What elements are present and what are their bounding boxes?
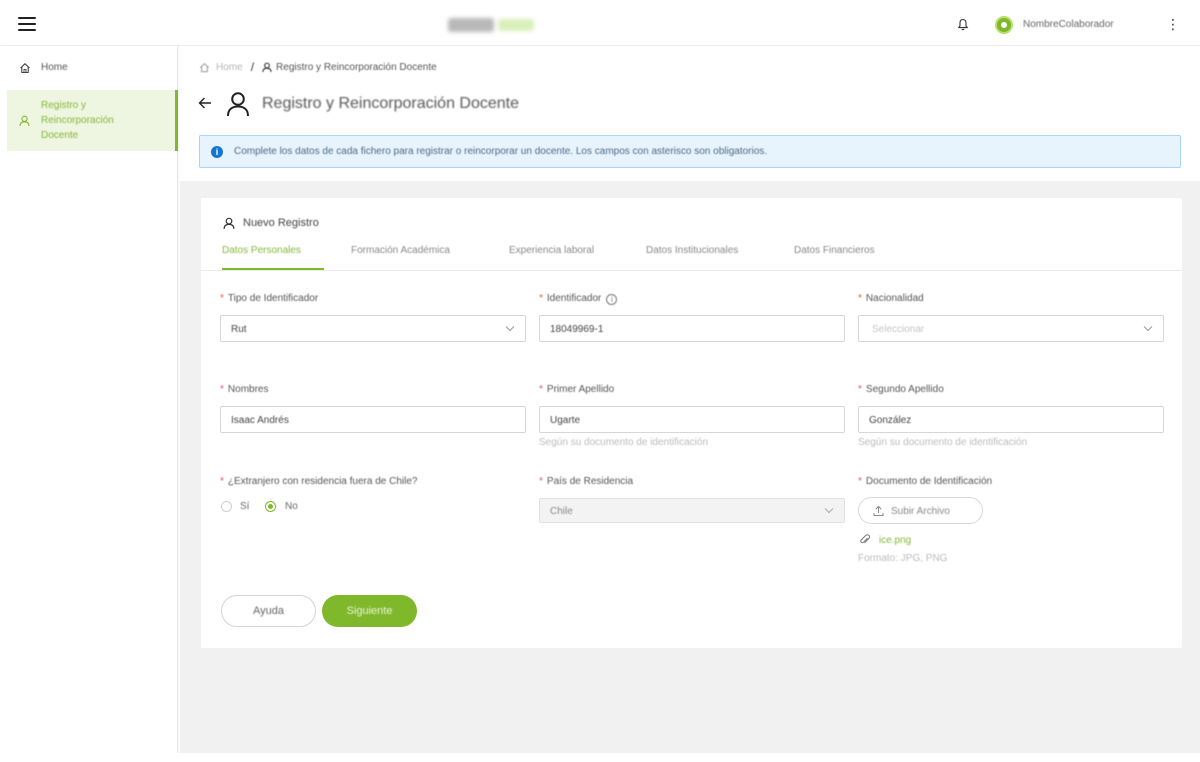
identificador-input[interactable]: 18049969-1 [539, 315, 845, 342]
breadcrumb-current: Registro y Reincorporación Docente [276, 61, 437, 73]
segundo-apellido-label: * Segundo Apellido [858, 384, 944, 395]
file-formats-hint: Formato: JPG, PNG [858, 553, 948, 564]
primer-apellido-input[interactable]: Ugarte [539, 406, 845, 433]
chevron-down-icon [824, 508, 834, 514]
home-icon [20, 63, 30, 74]
user-icon [262, 62, 272, 72]
info-circle-icon[interactable]: i [606, 294, 618, 305]
sidebar: Home Registro y Reincorporación Docente [7, 46, 178, 753]
nacionalidad-label: * Nacionalidad [858, 293, 924, 304]
info-text: Complete los datos de cada fichero para … [234, 146, 768, 157]
tipo-identificador-select[interactable]: Rut [220, 315, 526, 342]
avatar[interactable] [995, 16, 1013, 34]
next-button[interactable]: Siguiente [322, 595, 417, 627]
sidebar-item-label: Registro y Reincorporación Docente [41, 100, 114, 141]
help-button[interactable]: Ayuda [221, 595, 316, 627]
chevron-down-icon [505, 326, 515, 332]
bottom-strip [0, 753, 1200, 762]
radio-si[interactable] [221, 501, 232, 512]
segundo-apellido-help: Según su documento de identificación [858, 437, 1028, 448]
tab-experiencia-laboral[interactable]: Experiencia laboral [509, 245, 594, 256]
brand-logo [448, 18, 536, 34]
pais-residencia-label: * País de Residencia [539, 476, 634, 487]
bell-icon[interactable] [957, 18, 969, 31]
tab-datos-institucionales[interactable]: Datos Institucionales [646, 245, 738, 256]
active-tab-indicator [222, 268, 324, 270]
form-card: Nuevo Registro Datos Personales Formació… [201, 198, 1182, 648]
primer-apellido-label: * Primer Apellido [539, 384, 615, 395]
sidebar-item-label: Home [41, 62, 68, 73]
tipo-identificador-label: * Tipo de Identificador [220, 293, 319, 304]
radio-si-label[interactable]: Sí [240, 501, 249, 512]
user-icon [223, 217, 235, 229]
radio-no[interactable] [265, 501, 276, 512]
extranjero-label: * ¿Extranjero con residencia fuera de Chi… [220, 476, 418, 487]
identificador-label: * Identificador i [539, 293, 618, 305]
pais-residencia-select[interactable]: Chile [539, 498, 845, 523]
tab-datos-financieros[interactable]: Datos Financieros [794, 245, 875, 256]
tab-datos-personales[interactable]: Datos Personales [222, 245, 301, 256]
breadcrumb: Home / Registro y Reincorporación Docent… [199, 60, 437, 74]
top-bar: NombreColaborador ⋮ [0, 0, 1200, 46]
nacionalidad-select[interactable]: Seleccionar [858, 315, 1164, 342]
paperclip-icon [860, 534, 870, 544]
hamburger-menu-icon[interactable] [18, 17, 36, 31]
card-title: Nuevo Registro [243, 217, 319, 229]
user-icon [19, 115, 30, 127]
page-title: Registro y Reincorporación Docente [262, 95, 520, 112]
breadcrumb-home[interactable]: Home [216, 62, 243, 73]
uploaded-file-link[interactable]: ice.png [879, 535, 911, 546]
upload-icon [873, 505, 884, 516]
nombres-input[interactable]: Isaac Andrés [220, 406, 526, 433]
radio-no-label[interactable]: No [285, 501, 298, 512]
user-icon [227, 92, 249, 117]
more-options-icon[interactable]: ⋮ [1166, 17, 1180, 31]
upload-file-button[interactable]: Subir Archivo [858, 497, 983, 524]
sidebar-item-registro[interactable]: Registro y Reincorporación Docente [7, 90, 178, 151]
back-arrow-icon[interactable] [198, 96, 212, 110]
segundo-apellido-input[interactable]: González [858, 406, 1164, 433]
home-icon[interactable] [199, 62, 210, 73]
sidebar-item-home[interactable]: Home [7, 58, 178, 78]
breadcrumb-separator: / [250, 60, 255, 74]
user-name[interactable]: NombreColaborador [1023, 19, 1114, 30]
tab-formacion-academica[interactable]: Formación Académica [351, 245, 450, 256]
nombres-label: * Nombres [220, 384, 269, 395]
documento-label: * Documento de Identificación [858, 476, 993, 487]
tab-bar: Datos Personales Formación Académica Exp… [201, 241, 1182, 271]
primer-apellido-help: Según su documento de identificación [539, 437, 709, 448]
info-icon: i [211, 146, 223, 158]
info-banner: i Complete los datos de cada fichero par… [199, 135, 1181, 168]
chevron-down-icon [1143, 326, 1153, 332]
